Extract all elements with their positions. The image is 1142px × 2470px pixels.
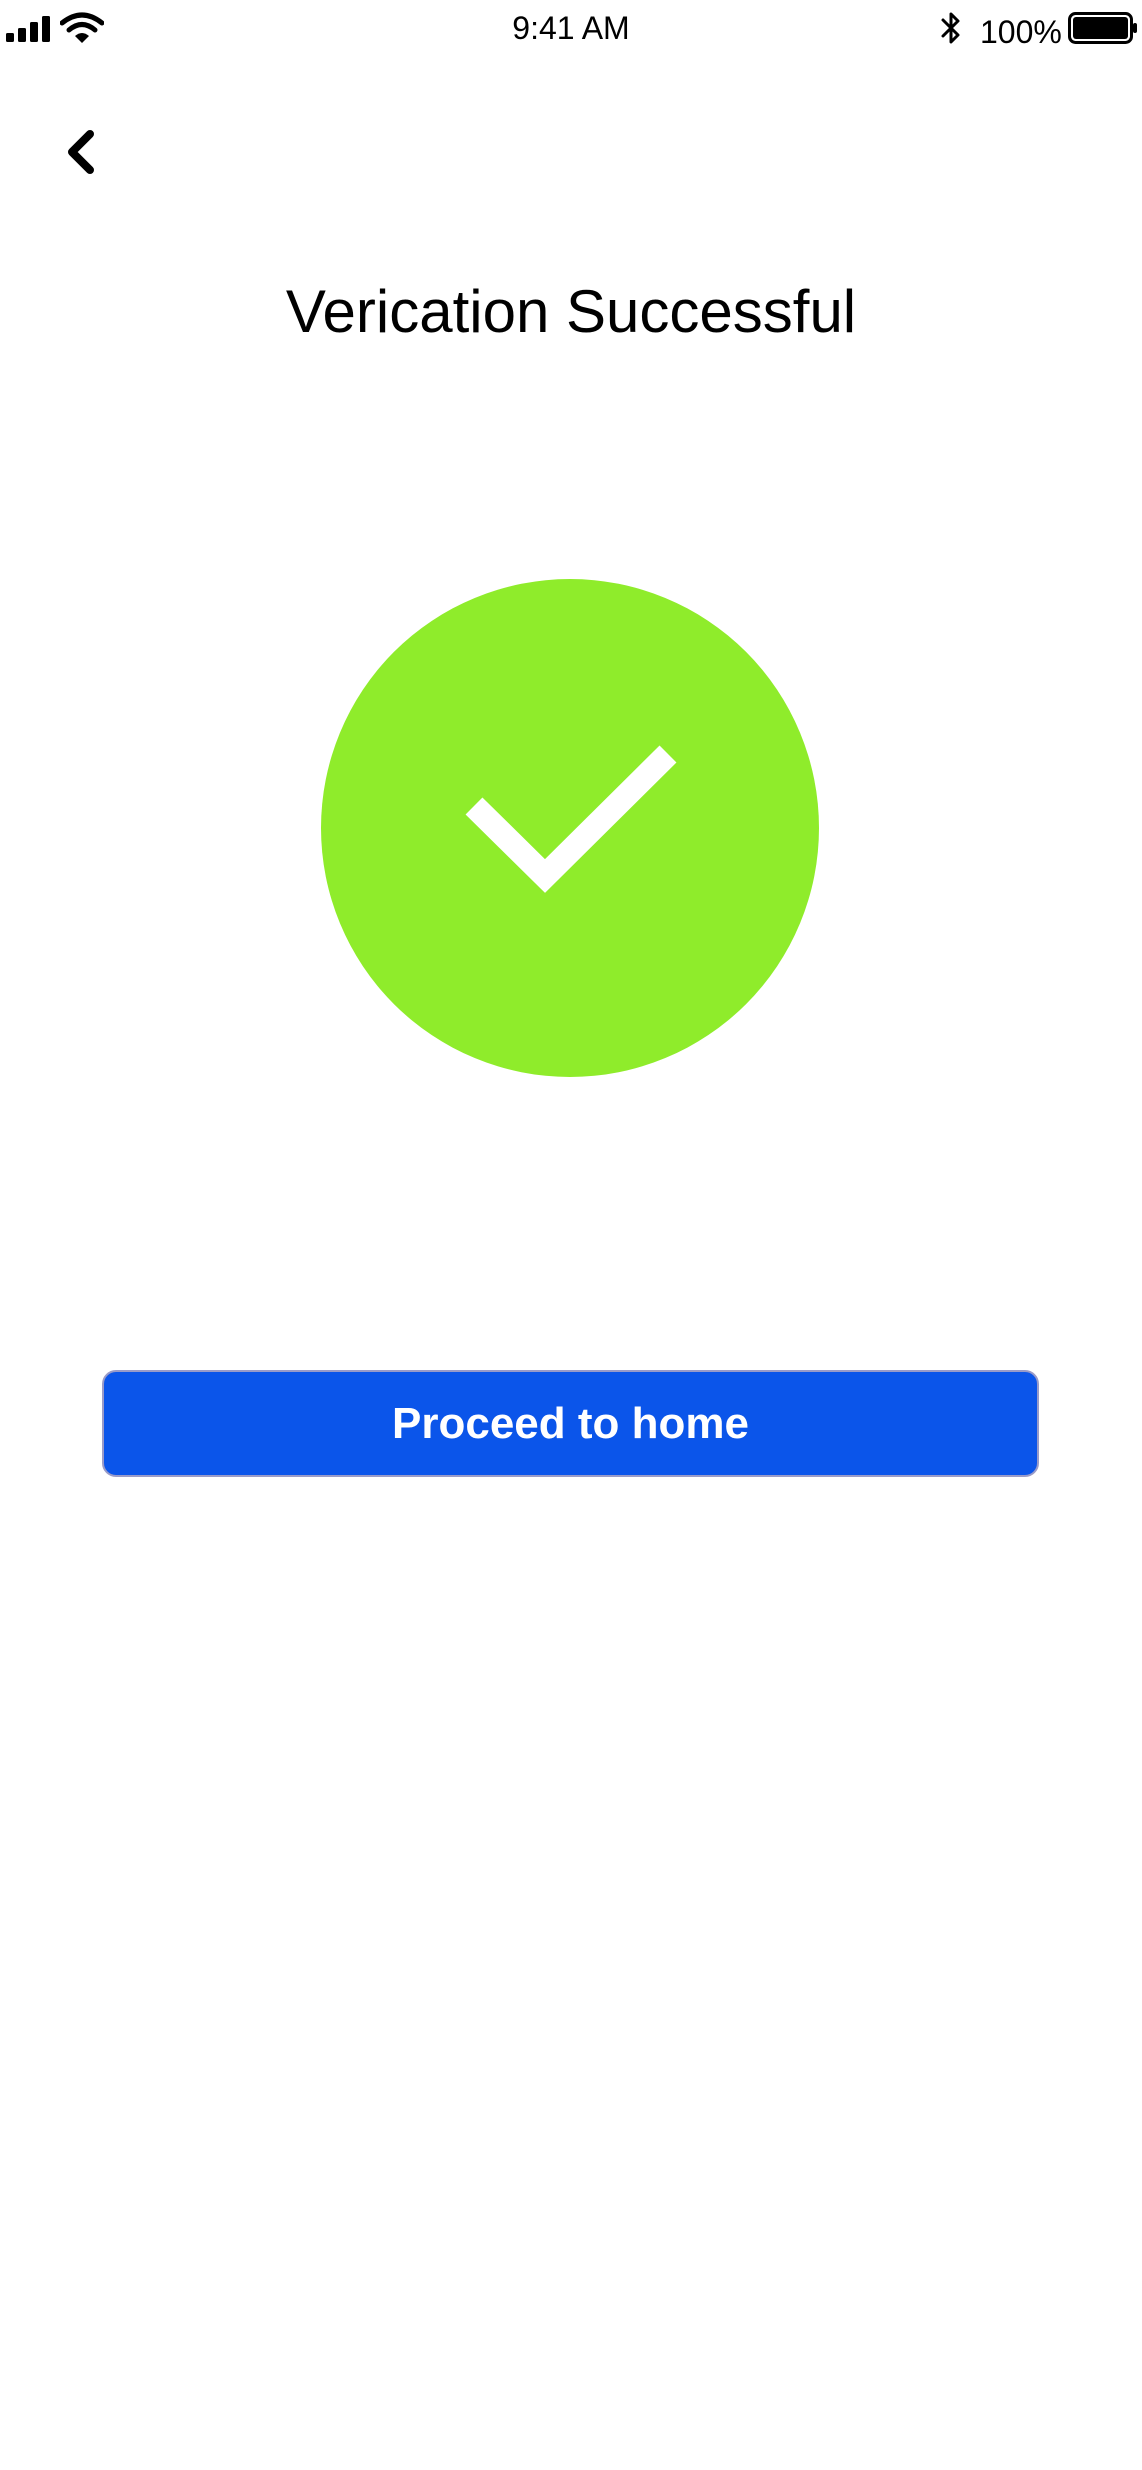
bluetooth-icon bbox=[941, 12, 960, 44]
back-button[interactable] bbox=[56, 116, 112, 188]
battery-percent: 100% bbox=[980, 14, 1062, 50]
status-time: 9:41 AM bbox=[512, 10, 630, 46]
proceed-home-button[interactable]: Proceed to home bbox=[102, 1370, 1039, 1477]
checkmark-icon bbox=[465, 745, 677, 893]
chevron-left-icon bbox=[68, 130, 94, 174]
success-badge bbox=[321, 579, 819, 1077]
page-title: Verication Successful bbox=[285, 278, 857, 345]
status-bar: 9:41 AM 100% bbox=[0, 0, 1142, 60]
battery-icon bbox=[1068, 12, 1137, 44]
